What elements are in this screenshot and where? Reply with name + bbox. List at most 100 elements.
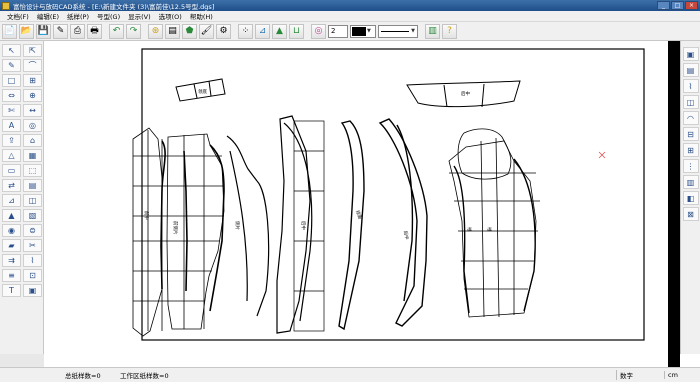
- label-front-side: 前侧片: [172, 221, 179, 235]
- left-tool-icon[interactable]: ▦: [23, 149, 42, 162]
- menu-pattern[interactable]: 纸样(P): [63, 11, 93, 21]
- line-width-input[interactable]: 2: [328, 24, 348, 38]
- redo-icon[interactable]: ↷: [126, 23, 141, 39]
- left-tool-icon[interactable]: ⊕: [23, 89, 42, 102]
- tool-scrollbar[interactable]: [0, 354, 44, 367]
- left-tool-icon[interactable]: ⇉: [2, 254, 21, 267]
- menu-bar: 文档(F) 编辑(E) 纸样(P) 号型(G) 显示(V) 选项(O) 帮助(H…: [0, 11, 700, 22]
- input-mode-indicator: 数字: [616, 370, 633, 380]
- menu-edit[interactable]: 编辑(E): [33, 11, 63, 21]
- fill-icon[interactable]: ▲: [272, 23, 287, 39]
- minimize-button[interactable]: _: [657, 1, 670, 10]
- left-tool-icon[interactable]: ⇔: [2, 89, 21, 102]
- open-file-icon[interactable]: 📂: [19, 23, 34, 39]
- left-tool-icon[interactable]: ✄: [2, 104, 21, 117]
- left-tool-icon[interactable]: ⊿: [2, 194, 21, 207]
- menu-file[interactable]: 文档(F): [3, 11, 33, 21]
- left-tool-icon[interactable]: ⌂: [23, 134, 42, 147]
- print-icon[interactable]: 🖶: [87, 23, 102, 39]
- vertical-ruler: [668, 41, 680, 367]
- style-icon[interactable]: ⬟: [182, 23, 197, 39]
- left-tool-icon[interactable]: ⊡: [23, 269, 42, 282]
- left-tool-icon[interactable]: □: [2, 74, 21, 87]
- unit-indicator: cm: [664, 371, 700, 379]
- right-tool-icon[interactable]: ▥: [682, 175, 699, 189]
- right-toolbox: ▣ ▤ ⌇ ◫ ◠ ⊟ ⊞ ⋮ ▥ ◧ ⊠: [680, 41, 700, 354]
- right-tool-icon[interactable]: ⌇: [682, 79, 699, 93]
- left-tool-icon[interactable]: ↖: [2, 44, 21, 57]
- left-tool-icon[interactable]: ▭: [2, 164, 21, 177]
- window-controls: _ □ ×: [657, 1, 698, 10]
- chart-icon[interactable]: ⊿: [255, 23, 270, 39]
- left-tool-icon[interactable]: ▧: [23, 209, 42, 222]
- read-pattern-icon[interactable]: ✎: [53, 23, 68, 39]
- label-collar: 领底: [198, 88, 207, 95]
- workspace-pieces-count: 工作区纸样数=0: [120, 372, 169, 380]
- color-swatch: [352, 26, 366, 36]
- left-tool-icon[interactable]: ⇄: [2, 179, 21, 192]
- right-tool-icon[interactable]: ◠: [682, 111, 699, 125]
- left-tool-icon[interactable]: A: [2, 119, 21, 132]
- color-select[interactable]: ▼: [350, 24, 376, 38]
- left-tool-icon[interactable]: ◫: [23, 194, 42, 207]
- left-tool-icon[interactable]: ✂: [23, 239, 42, 252]
- left-tool-icon[interactable]: ⬚: [23, 164, 42, 177]
- left-tool-icon[interactable]: ▣: [23, 284, 42, 297]
- maximize-button[interactable]: □: [671, 1, 684, 10]
- menu-options[interactable]: 选项(O): [155, 11, 186, 21]
- left-tool-icon[interactable]: ▲: [2, 209, 21, 222]
- label-back: 后中: [300, 221, 307, 230]
- label-sleeve: 袖: [466, 227, 473, 232]
- color-wheel-icon[interactable]: ◎: [311, 23, 326, 39]
- menu-help[interactable]: 帮助(H): [186, 11, 217, 21]
- app-icon: [2, 1, 10, 10]
- points-icon[interactable]: ⁘: [238, 23, 253, 39]
- menu-size[interactable]: 号型(G): [93, 11, 124, 21]
- left-tool-icon[interactable]: ≡: [2, 269, 21, 282]
- left-tool-icon[interactable]: ◎: [23, 119, 42, 132]
- grading-icon[interactable]: ⚙: [216, 23, 231, 39]
- left-tool-icon[interactable]: ◉: [2, 224, 21, 237]
- left-tool-icon[interactable]: ▤: [23, 179, 42, 192]
- right-tool-icon[interactable]: ◫: [682, 95, 699, 109]
- right-tool-icon[interactable]: ⊞: [682, 143, 699, 157]
- right-tool-icon[interactable]: ▣: [682, 47, 699, 61]
- left-tool-icon[interactable]: ⇪: [2, 134, 21, 147]
- undo-icon[interactable]: ↶: [109, 23, 124, 39]
- right-tool-icon[interactable]: ▤: [682, 63, 699, 77]
- left-tool-icon[interactable]: ✎: [2, 59, 21, 72]
- save-icon[interactable]: 💾: [36, 23, 51, 39]
- left-tool-icon[interactable]: ⌇: [23, 254, 42, 267]
- pattern-drawing: 前中 前侧片 侧片 后中 挂面 领底 后中 后中 袖 袖: [132, 48, 645, 341]
- status-bar: 总纸样数=0 工作区纸样数=0 数字 cm: [0, 367, 700, 382]
- menu-view[interactable]: 显示(V): [124, 11, 155, 21]
- left-tool-icon[interactable]: ⌒: [23, 59, 42, 72]
- left-tool-icon[interactable]: T: [2, 284, 21, 297]
- new-file-icon[interactable]: 📄: [2, 23, 17, 39]
- import-icon[interactable]: ⎙: [70, 23, 85, 39]
- right-tool-icon[interactable]: ⊟: [682, 127, 699, 141]
- pattern-list-icon[interactable]: ▤: [165, 23, 180, 39]
- size-table-icon[interactable]: ⊛: [148, 23, 163, 39]
- left-tool-icon[interactable]: ▰: [2, 239, 21, 252]
- help-icon[interactable]: ?: [442, 23, 457, 39]
- close-button[interactable]: ×: [685, 1, 698, 10]
- right-tool-icon[interactable]: ◧: [682, 191, 699, 205]
- left-tool-icon[interactable]: ↔: [23, 104, 42, 117]
- view-icon[interactable]: ⊔: [289, 23, 304, 39]
- left-tool-icon[interactable]: ⊜: [23, 224, 42, 237]
- label-sleeve-2: 袖: [486, 227, 493, 232]
- film-icon[interactable]: ▥: [425, 23, 440, 39]
- main-toolbar: 📄 📂 💾 ✎ ⎙ 🖶 ↶ ↷ ⊛ ▤ ⬟ 🖌 ⚙ ⁘ ⊿ ▲ ⊔ ◎ 2 ▼ …: [0, 22, 700, 41]
- label-collar-back: 后中: [461, 90, 470, 97]
- left-tool-icon[interactable]: ⇱: [23, 44, 42, 57]
- brush-icon[interactable]: 🖌: [199, 23, 214, 39]
- left-tool-icon[interactable]: △: [2, 149, 21, 162]
- work-canvas[interactable]: 前中 前侧片 侧片 后中 挂面 领底 后中 后中 袖 袖: [44, 41, 680, 367]
- line-type-select[interactable]: ▼: [378, 24, 418, 38]
- right-tool-icon[interactable]: ⊠: [682, 207, 699, 221]
- right-tool-icon[interactable]: ⋮: [682, 159, 699, 173]
- left-tool-icon[interactable]: ⊞: [23, 74, 42, 87]
- chevron-down-icon: ▼: [411, 28, 415, 34]
- window-title: 富怡设计与放码CAD系统 - [E:\新建文件夹 (3)\富前佳\12.5号型.…: [13, 2, 215, 11]
